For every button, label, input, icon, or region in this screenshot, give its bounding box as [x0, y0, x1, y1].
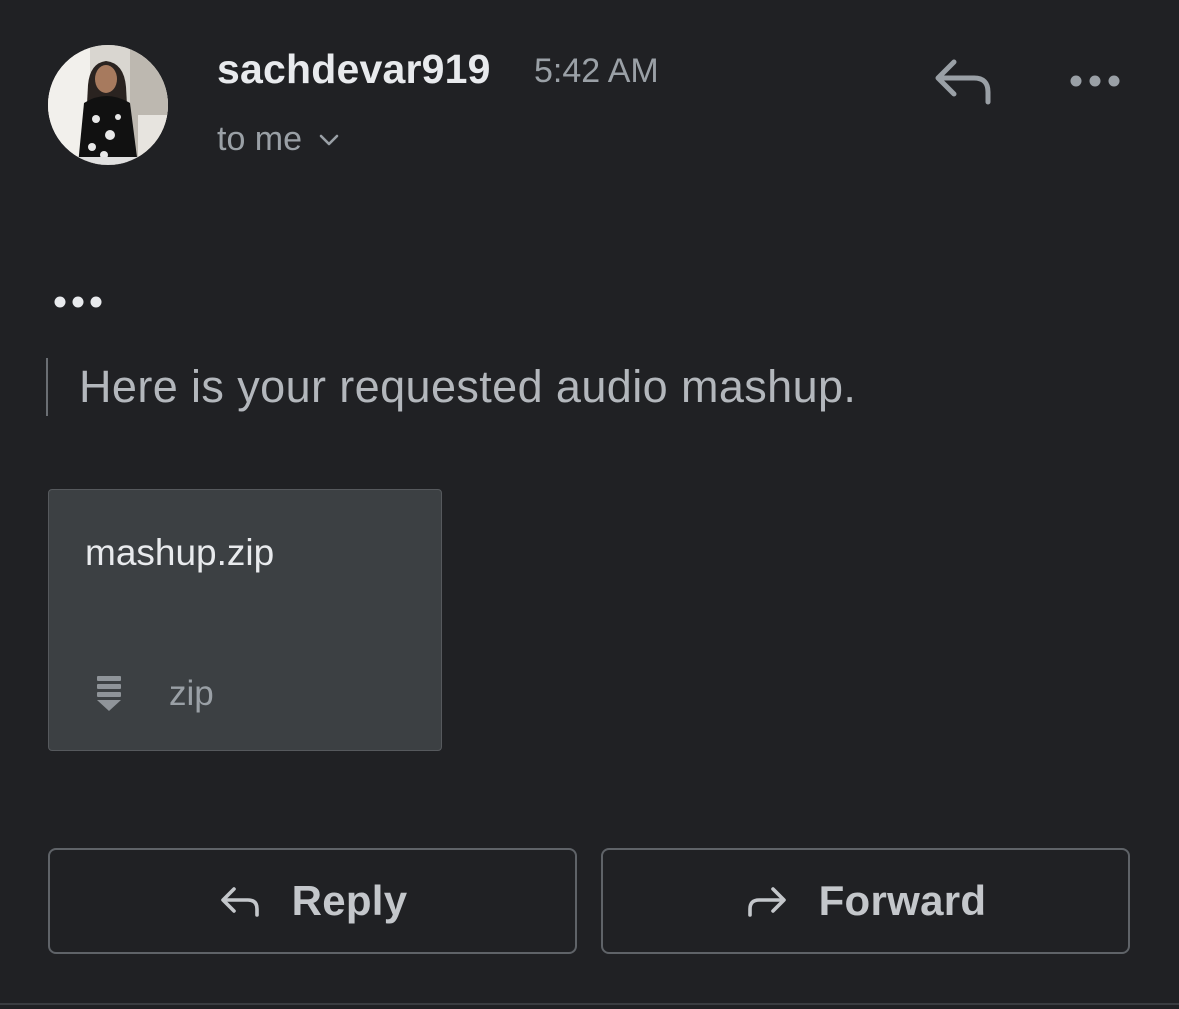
- forward-button[interactable]: Forward: [601, 848, 1130, 954]
- avatar-photo: [48, 45, 168, 165]
- divider: [0, 1003, 1179, 1005]
- more-horizontal-icon: [1070, 75, 1120, 87]
- message-time: 5:42 AM: [534, 52, 659, 90]
- sender-name[interactable]: sachdevar919: [217, 46, 491, 93]
- forward-button-label: Forward: [818, 877, 987, 924]
- recipient-label: to me: [217, 120, 303, 158]
- attachment-card[interactable]: mashup.zip zip: [48, 489, 442, 751]
- message-body-quote: Here is your requested audio mashup.: [46, 358, 856, 416]
- email-message-view: sachdevar919 5:42 AM to me Here is your …: [0, 0, 1179, 1009]
- more-options-button[interactable]: [1064, 66, 1124, 96]
- reply-button-top[interactable]: [930, 54, 996, 108]
- sender-avatar[interactable]: [48, 45, 168, 165]
- reply-button[interactable]: Reply: [48, 848, 577, 954]
- more-horizontal-icon: [54, 296, 102, 308]
- recipient-details-toggle[interactable]: to me: [217, 120, 340, 159]
- attachment-type: zip: [169, 674, 214, 713]
- reply-button-label: Reply: [291, 877, 408, 924]
- chevron-down-icon: [319, 134, 339, 145]
- attachment-filename: mashup.zip: [85, 532, 275, 573]
- reply-icon: [220, 887, 259, 917]
- forward-icon: [747, 887, 786, 917]
- zip-file-icon: [97, 676, 121, 711]
- reply-icon: [935, 59, 991, 105]
- show-trimmed-content-button[interactable]: [48, 286, 110, 318]
